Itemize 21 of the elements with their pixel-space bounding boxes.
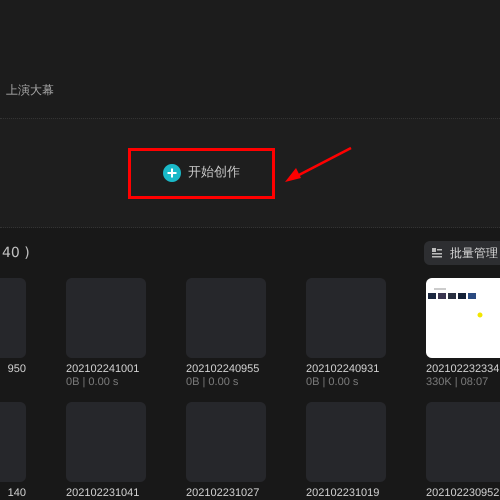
draft-name: 202102231027 [186,487,260,500]
header-title: 上演大幕 [6,83,54,97]
draft-meta: 0B | 0.00 s [306,376,358,389]
draft-name: 202102231041 [66,487,140,500]
plus-circle-icon [163,164,181,182]
draft-meta: 0B | 0.00 s [186,376,238,389]
annotation-arrow [283,146,353,184]
draft-name: 202102240955 [186,363,260,376]
draft-count: 40 ) [1,244,30,262]
draft-name: 202102230952 [426,487,500,500]
start-create-button[interactable]: 开始创作 [163,163,240,183]
list-icon [432,248,442,258]
draft-meta: 0B | 0.00 s [66,376,118,389]
draft-name: 202102231019 [306,487,380,500]
draft-name: 202102232334 [426,363,500,376]
draft-name: 950 [8,363,26,376]
batch-manage-button[interactable]: 批量管理 [424,241,500,265]
draft-name: 140 [8,487,26,500]
draft-meta: 330K | 08:07 [426,376,488,389]
draft-name: 202102241001 [66,363,140,376]
draft-name: 202102240931 [306,363,380,376]
